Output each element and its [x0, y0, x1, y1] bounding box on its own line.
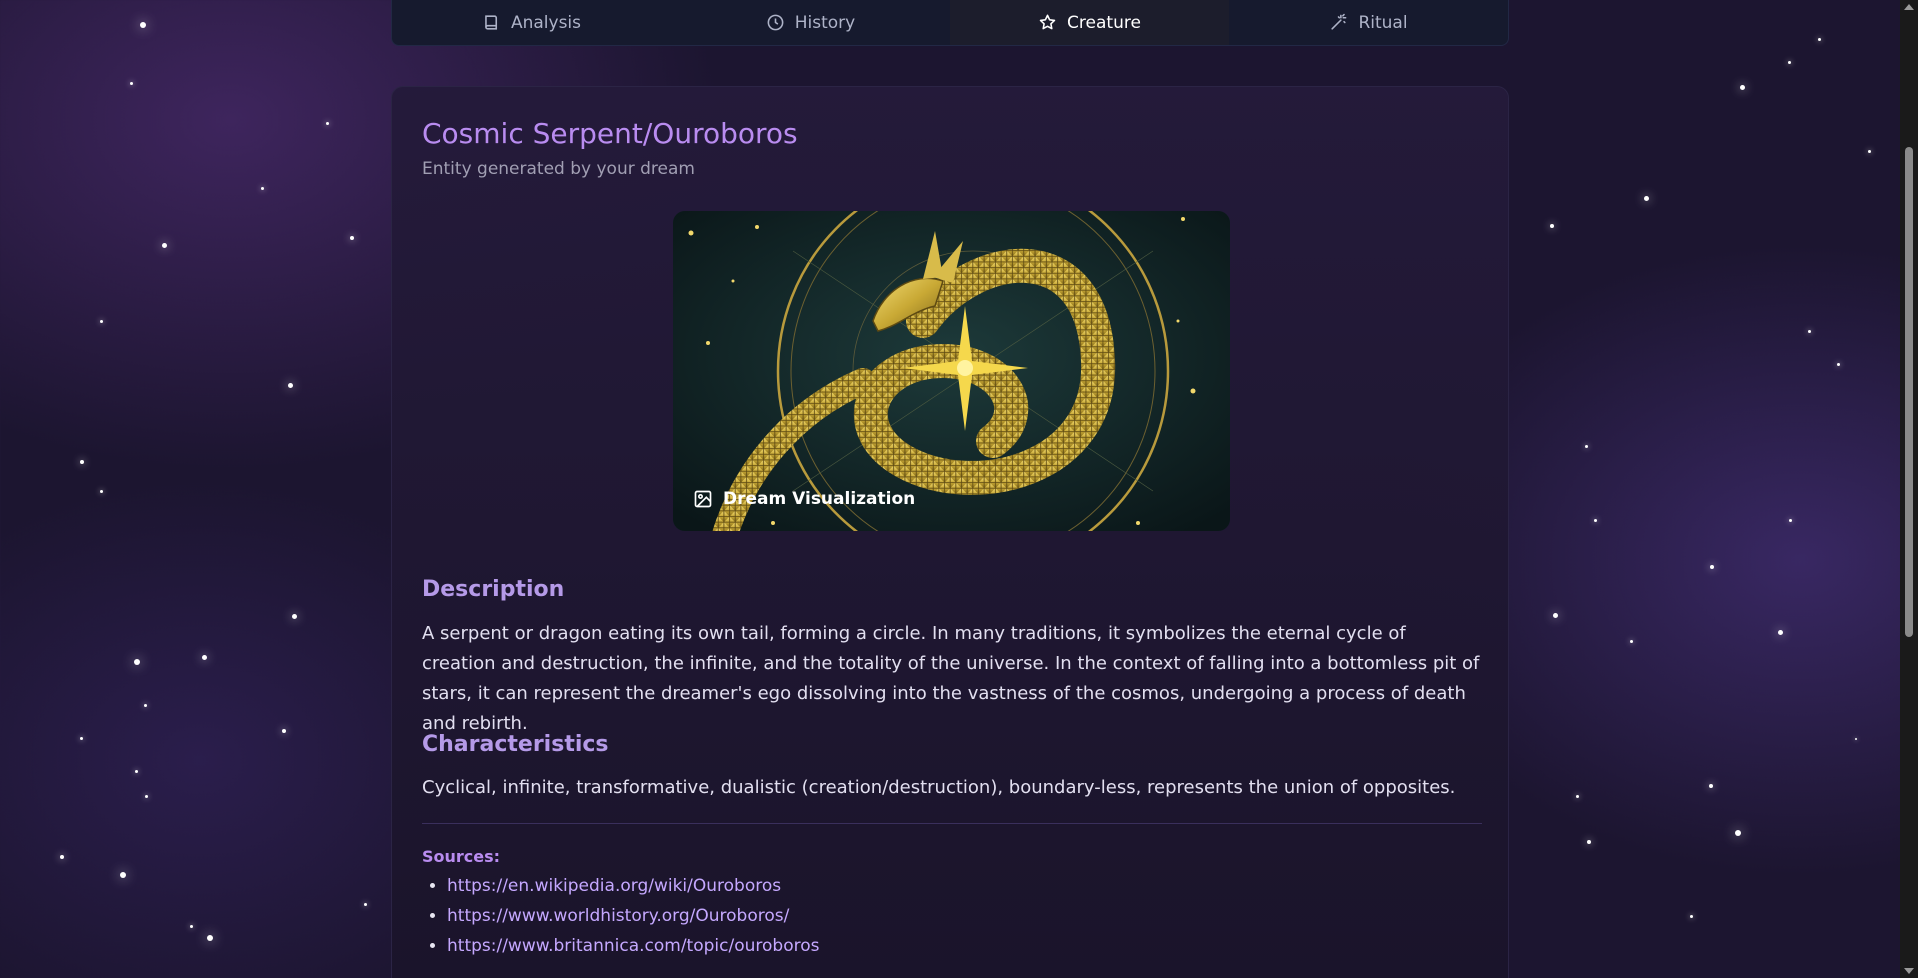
- star: [135, 770, 138, 773]
- star: [292, 614, 297, 619]
- star: [1788, 61, 1791, 64]
- star: [120, 872, 126, 878]
- page-subtitle: Entity generated by your dream: [422, 159, 695, 179]
- characteristics-heading: Characteristics: [422, 732, 609, 757]
- star: [1818, 38, 1821, 41]
- star: [364, 903, 367, 906]
- tab-ritual[interactable]: Ritual: [1229, 0, 1508, 45]
- sources-label: Sources:: [422, 847, 501, 866]
- description-text: A serpent or dragon eating its own tail,…: [422, 623, 1480, 734]
- star: [100, 320, 103, 323]
- image-caption: Dream Visualization: [693, 489, 915, 509]
- star: [134, 659, 140, 665]
- list-item: https://www.britannica.com/topic/ourobor…: [447, 931, 819, 961]
- star: [288, 383, 293, 388]
- star: [1594, 519, 1597, 522]
- star: [1553, 613, 1558, 618]
- star: [261, 187, 264, 190]
- star: [1709, 784, 1713, 788]
- star: [202, 655, 207, 660]
- star: [207, 935, 213, 941]
- star: [350, 236, 354, 240]
- scrollbar[interactable]: [1900, 0, 1918, 978]
- star-icon: [1039, 14, 1056, 30]
- tab-label: History: [794, 12, 856, 33]
- creature-card: Cosmic Serpent/Ouroboros Entity generate…: [391, 86, 1509, 978]
- tab-label: Ritual: [1358, 12, 1408, 33]
- book-icon: [485, 15, 498, 30]
- tab-analysis[interactable]: Analysis: [392, 0, 671, 45]
- star: [1740, 85, 1745, 90]
- scroll-down-arrow[interactable]: [1904, 968, 1914, 974]
- star: [1778, 630, 1783, 635]
- divider: [422, 823, 1482, 824]
- tab-label: Analysis: [510, 12, 582, 33]
- star: [1690, 915, 1693, 918]
- scroll-thumb[interactable]: [1905, 147, 1913, 637]
- tab-creature[interactable]: Creature: [950, 0, 1229, 45]
- star: [140, 22, 146, 28]
- tab-bar: Analysis History Creature Ritual: [391, 0, 1509, 46]
- star: [282, 729, 286, 733]
- source-link[interactable]: https://www.britannica.com/topic/ourobor…: [447, 936, 819, 956]
- scroll-up-arrow[interactable]: [1904, 4, 1914, 10]
- page-title: Cosmic Serpent/Ouroboros: [422, 117, 798, 150]
- star: [1576, 795, 1579, 798]
- star: [80, 460, 84, 464]
- star: [1808, 330, 1811, 333]
- list-item: https://www.worldhistory.org/Ouroboros/: [447, 901, 819, 931]
- characteristics-text: Cyclical, infinite, transformative, dual…: [422, 777, 1456, 798]
- star: [1855, 738, 1857, 740]
- source-link[interactable]: https://en.wikipedia.org/wiki/Ouroboros: [447, 876, 781, 896]
- star: [1585, 445, 1588, 448]
- ouroboros-illustration: [673, 211, 1230, 531]
- star: [1710, 565, 1714, 569]
- star: [1550, 224, 1554, 228]
- star: [1837, 363, 1840, 366]
- star: [1644, 196, 1649, 201]
- description-heading: Description: [422, 577, 565, 602]
- star: [190, 925, 193, 928]
- star: [1587, 840, 1591, 844]
- star: [130, 82, 133, 85]
- star: [162, 243, 167, 248]
- tab-history[interactable]: History: [671, 0, 950, 45]
- star: [144, 704, 147, 707]
- star: [1735, 830, 1741, 836]
- sources-list: https://en.wikipedia.org/wiki/Ouroboros …: [422, 871, 819, 961]
- image-caption-text: Dream Visualization: [723, 489, 916, 509]
- star: [1630, 640, 1633, 643]
- image-icon: [694, 490, 712, 508]
- star: [326, 122, 329, 125]
- star: [80, 737, 83, 740]
- star: [1789, 519, 1792, 522]
- star: [100, 490, 103, 493]
- dream-visualization-image: Dream Visualization: [673, 211, 1230, 531]
- magic-wand-icon: [1331, 13, 1347, 30]
- star: [1868, 150, 1871, 153]
- tab-label: Creature: [1067, 12, 1141, 33]
- source-link[interactable]: https://www.worldhistory.org/Ouroboros/: [447, 906, 789, 926]
- star: [60, 855, 64, 859]
- clock-icon: [767, 14, 784, 31]
- star: [145, 795, 148, 798]
- list-item: https://en.wikipedia.org/wiki/Ouroboros: [447, 871, 819, 901]
